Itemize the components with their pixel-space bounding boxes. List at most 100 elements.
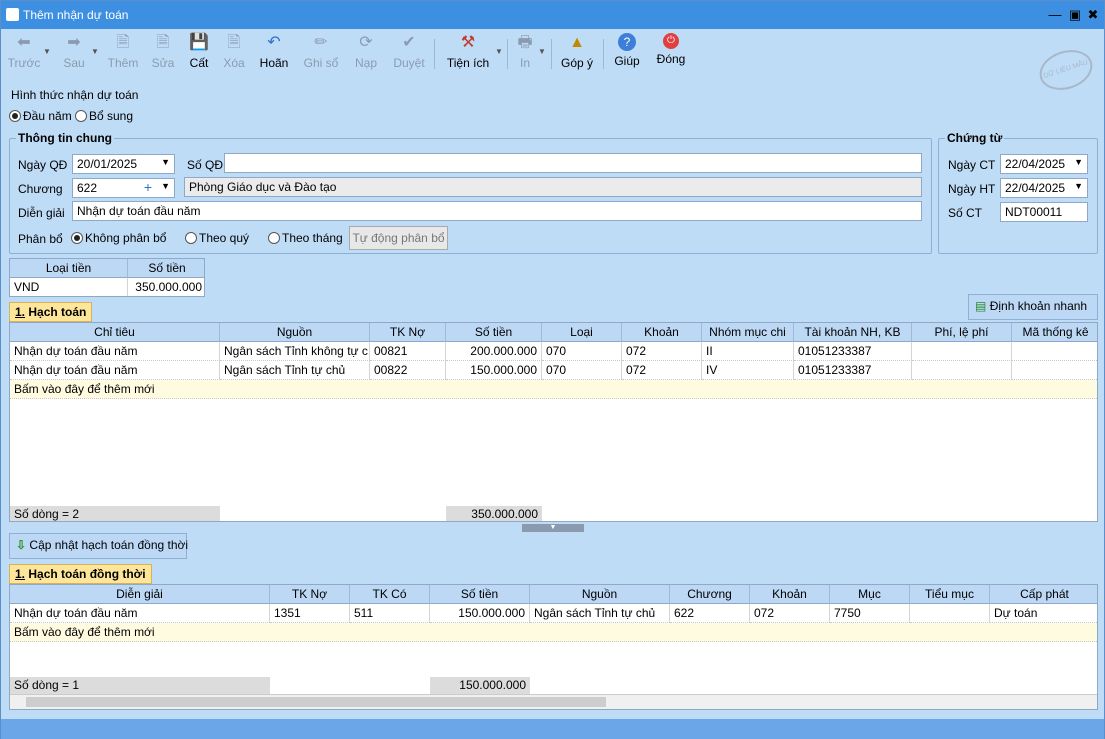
chevron-down-icon[interactable]: ▼	[1074, 181, 1083, 191]
table-cell[interactable]: 072	[622, 361, 702, 380]
table-cell[interactable]: 7750	[830, 604, 910, 623]
checkmark-icon: ✔	[402, 34, 416, 51]
quick-entry-button[interactable]: ▤ Định khoản nhanh	[968, 294, 1098, 320]
hach-toan-grid: Chỉ tiêu Nguồn TK Nợ Số tiền Loại Khoản …	[9, 322, 1098, 522]
refresh-icon: ⟳	[359, 34, 373, 51]
table-cell[interactable]: 1351	[270, 604, 350, 623]
delete-button[interactable]: 🗎 Xóa	[219, 33, 249, 73]
so-qd-field[interactable]	[224, 153, 922, 173]
ngay-ct-field[interactable]: 22/04/2025 ▼	[1000, 154, 1088, 174]
plus-icon[interactable]: +	[144, 179, 152, 195]
ngay-qd-label: Ngày QĐ	[18, 158, 68, 172]
so-ct-field[interactable]: NDT00011	[1000, 202, 1088, 222]
print-button[interactable]: 🖶 In	[513, 33, 537, 73]
radio-theo-quy[interactable]: Theo quý	[185, 231, 249, 245]
next-dropdown-icon[interactable]: ▼	[91, 47, 99, 56]
so-qd-label: Số QĐ	[187, 158, 224, 172]
header-cell: Nguồn	[220, 323, 370, 342]
radio-dau-nam[interactable]: Đầu năm	[9, 109, 72, 123]
table-cell[interactable]: Ngân sách Tỉnh không tự c...	[220, 342, 370, 361]
table-cell[interactable]: 511	[350, 604, 430, 623]
table-cell[interactable]: 200.000.000	[446, 342, 542, 361]
pencil-icon: ✏	[314, 34, 328, 51]
table-cell[interactable]: 070	[542, 342, 622, 361]
feedback-button[interactable]: ▲ Góp ý	[559, 33, 595, 73]
table-cell[interactable]: II	[702, 342, 794, 361]
splitter-handle[interactable]: ▼	[522, 524, 584, 532]
auto-allocate-button[interactable]: Tự động phân bổ	[349, 226, 448, 250]
radio-khong-phan-bo[interactable]: Không phân bổ	[71, 231, 166, 245]
phan-bo-label: Phân bổ	[18, 232, 63, 246]
chuong-field[interactable]: 622 + ▼	[72, 178, 175, 198]
radio-dot	[75, 110, 87, 122]
toolbar-separator	[507, 39, 508, 69]
add-row[interactable]: Bấm vào đây để thêm mới	[10, 380, 1097, 399]
print-dropdown-icon[interactable]: ▼	[538, 47, 546, 56]
table-cell[interactable]: Nhận dự toán đầu năm	[10, 361, 220, 380]
scrollbar-thumb[interactable]	[26, 697, 606, 707]
table-cell[interactable]: 072	[622, 342, 702, 361]
radio-theo-thang[interactable]: Theo tháng	[268, 231, 343, 245]
undo-button[interactable]: ↶ Hoãn	[257, 33, 291, 73]
table-cell[interactable]: Nhận dự toán đầu năm	[10, 604, 270, 623]
header-cell: Khoản	[750, 585, 830, 604]
currency-amount-cell[interactable]: 350.000.000	[128, 278, 204, 296]
approve-button[interactable]: ✔ Duyệt	[389, 33, 429, 73]
table-cell[interactable]	[910, 604, 990, 623]
maximize-icon[interactable]: ▣	[1067, 7, 1083, 23]
table-cell[interactable]: 01051233387	[794, 342, 912, 361]
minimize-icon[interactable]: —	[1047, 7, 1063, 23]
radio-bo-sung[interactable]: Bổ sung	[75, 109, 133, 123]
table-cell[interactable]	[1012, 361, 1097, 380]
close-window-icon[interactable]: ✖	[1085, 7, 1101, 23]
table-cell[interactable]: IV	[702, 361, 794, 380]
header-cell: Mục	[830, 585, 910, 604]
toolbar-separator	[551, 39, 552, 69]
table-cell[interactable]: 072	[750, 604, 830, 623]
horizontal-scrollbar[interactable]	[10, 694, 1097, 709]
utilities-button[interactable]: ⚒ Tiện ích	[445, 33, 491, 73]
table-cell[interactable]: 070	[542, 361, 622, 380]
save-button[interactable]: 💾 Cất	[185, 33, 213, 73]
help-button[interactable]: ? Giúp	[611, 33, 643, 73]
next-button[interactable]: ➡ Sau	[59, 33, 89, 73]
ngay-qd-field[interactable]: 20/01/2025 ▼	[72, 154, 175, 174]
table-cell[interactable]	[1012, 342, 1097, 361]
ngay-ht-field[interactable]: 22/04/2025 ▼	[1000, 178, 1088, 198]
general-info-title: Thông tin chung	[16, 131, 114, 145]
prev-button[interactable]: ⬅ Trước	[7, 33, 41, 73]
table-cell[interactable]	[912, 342, 1012, 361]
table-cell[interactable]: Dự toán	[990, 604, 1097, 623]
table-cell[interactable]: 01051233387	[794, 361, 912, 380]
update-concurrent-button[interactable]: ⇩ Cập nhật hạch toán đồng thời	[9, 533, 188, 559]
tab-hach-toan-dong-thoi[interactable]: 1. Hạch toán đồng thời	[9, 564, 152, 584]
table-cell[interactable]: 150.000.000	[430, 604, 530, 623]
utilities-dropdown-icon[interactable]: ▼	[495, 47, 503, 56]
table-cell[interactable]: Ngân sách Tỉnh tự chủ	[220, 361, 370, 380]
header-cell: Chỉ tiêu	[10, 323, 220, 342]
power-icon: ⏻	[663, 33, 679, 49]
header-cell: Cấp phát	[1020, 587, 1069, 601]
tab-hach-toan[interactable]: 1. Hạch toán	[9, 302, 93, 322]
table-cell[interactable]: Nhận dự toán đầu năm	[10, 342, 220, 361]
add-row[interactable]: Bấm vào đây để thêm mới	[10, 623, 1097, 642]
arrow-left-icon: ⬅	[17, 34, 31, 51]
table-cell[interactable]: Ngân sách Tỉnh tự chủ	[530, 604, 670, 623]
table-cell[interactable]: 622	[670, 604, 750, 623]
table-cell[interactable]	[912, 361, 1012, 380]
edit-button[interactable]: 🗎 Sửa	[149, 33, 177, 73]
chevron-down-icon[interactable]: ▼	[161, 181, 170, 191]
close-button[interactable]: ⏻ Đóng	[653, 33, 689, 73]
post-button[interactable]: ✏ Ghi sổ	[301, 33, 341, 73]
table-cell[interactable]: 150.000.000	[446, 361, 542, 380]
load-button[interactable]: ⟳ Nạp	[351, 33, 381, 73]
currency-cell[interactable]: VND	[10, 278, 128, 296]
table-cell[interactable]: 00822	[370, 361, 446, 380]
header-cell: Chương	[670, 585, 750, 604]
table-cell[interactable]: 00821	[370, 342, 446, 361]
chevron-down-icon[interactable]: ▼	[161, 157, 170, 167]
prev-dropdown-icon[interactable]: ▼	[43, 47, 51, 56]
chevron-down-icon[interactable]: ▼	[1074, 157, 1083, 167]
dien-giai-field[interactable]: Nhận dự toán đầu năm	[72, 201, 922, 221]
add-button[interactable]: 🗎 Thêm	[105, 33, 141, 73]
